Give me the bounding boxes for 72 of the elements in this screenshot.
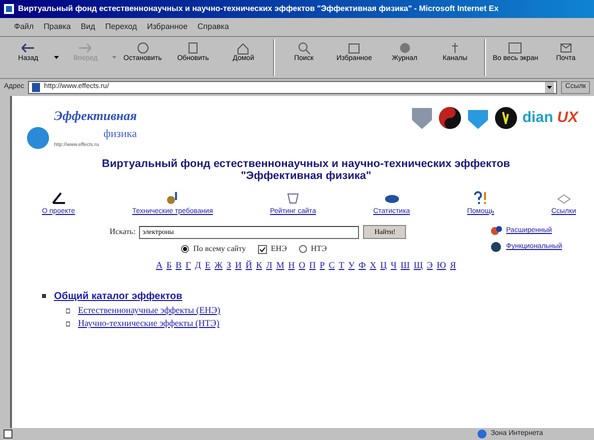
alphabet-letter-link[interactable]: Ч [390,259,397,273]
screen-icon [507,41,524,55]
radio-button[interactable] [298,245,307,254]
alphabet-letter-link[interactable]: Н [288,259,295,273]
bullet-icon [66,321,70,328]
alphabet-letter-link[interactable]: Е [204,259,210,273]
back-arrow-icon [20,41,36,55]
forward-arrow-icon [77,41,94,55]
alphabet-letter-link[interactable]: В [176,259,182,273]
alphabet-letter-link[interactable]: Ф [358,259,366,273]
cup-icon [285,190,302,205]
partner-logo-text: UX [557,108,578,128]
menu-item[interactable]: Избранное [146,21,188,33]
alphabet-letter-link[interactable]: Э [426,259,433,273]
alphabet-letter-link[interactable]: Г [186,259,191,273]
dropdown-caret-icon[interactable] [54,56,60,59]
alphabet-letter-link[interactable]: Ж [214,259,223,273]
house-icon [235,41,252,55]
alphabet-letter-link[interactable]: Т [338,259,344,273]
alphabet-letter-link[interactable]: О [298,259,306,273]
alphabet-letter-link[interactable]: Й [246,259,252,273]
alphabet-letter-link[interactable]: Я [450,259,456,273]
partner-logo-text: dian [522,108,554,128]
alphabet-letter-link[interactable]: Х [370,259,376,273]
page-heading: Виртуальный фонд естественнонаучных и научно-технических эффектов "Эффективная физика" [100,158,512,183]
option-label: НТЭ [310,243,327,256]
alphabet-letter-link[interactable]: Ш [400,259,410,273]
search-label: Искать: [110,226,136,238]
search-icon [296,41,312,55]
alphabet-letter-link[interactable]: И [235,259,242,273]
alphabet-letter-link[interactable]: Б [166,259,172,273]
browser-icon [3,3,15,15]
option-label: ЕНЭ [270,243,287,256]
alphabet-letter-link[interactable]: Д [194,259,201,273]
alphabet-letter-link[interactable]: С [328,259,335,273]
shield-icon [410,106,434,130]
catalog-link[interactable]: Научно-технические эффекты (НТЭ) [78,317,220,331]
menu-item[interactable]: Вид [80,21,96,33]
stop-icon [134,41,151,55]
alphabet-letter-link[interactable]: Ю [436,259,446,273]
folder-icon [346,41,362,55]
question-exclamation-icon [472,190,489,205]
window-title: Виртуальный фонд естественнонаучных и научно-технических эффектов "Эффективная физика" - Microsoft Internet Ex [18,3,500,15]
option-label: По всему сайту [193,243,246,256]
radio-button[interactable] [181,245,190,254]
checkbox[interactable] [258,244,267,254]
alphabet-letter-link[interactable]: А [156,259,162,273]
bullet-icon [42,293,46,300]
menu-item[interactable]: Справка [198,21,229,33]
alphabet-letter-link[interactable]: П [309,259,316,273]
logo-title: Эффективная [54,107,137,125]
angle-icon [50,190,67,205]
search-mode-icon [490,225,502,238]
alphabet-letter-link[interactable]: Ц [380,259,387,273]
alphabet-letter-link[interactable]: З [226,259,232,273]
catalog-link[interactable]: Общий каталог эффектов [54,288,182,304]
yin-yang-icon [438,106,462,130]
mail-icon [558,41,574,55]
page-icon [31,82,42,93]
alphabet-letter-link[interactable]: К [256,259,262,273]
alphabet-letter-link[interactable]: Р [320,259,325,273]
catalog-link[interactable]: Естественнонаучные эффекты (ЕНЭ) [78,304,220,318]
circle-logo-icon [494,106,518,130]
bullet-icon [66,308,70,314]
alphabet-letter-link[interactable]: У [348,259,355,273]
alphabet-letter-link[interactable]: Щ [414,259,423,273]
logo-subtitle: физика [104,126,137,142]
alphabet-letter-link[interactable]: Л [266,259,272,273]
menu-item[interactable]: Переход [105,21,137,33]
menu-item[interactable]: Файл [14,21,34,33]
menu-item[interactable]: Правка [44,21,71,33]
alphabet-letter-link[interactable]: М [276,259,284,273]
